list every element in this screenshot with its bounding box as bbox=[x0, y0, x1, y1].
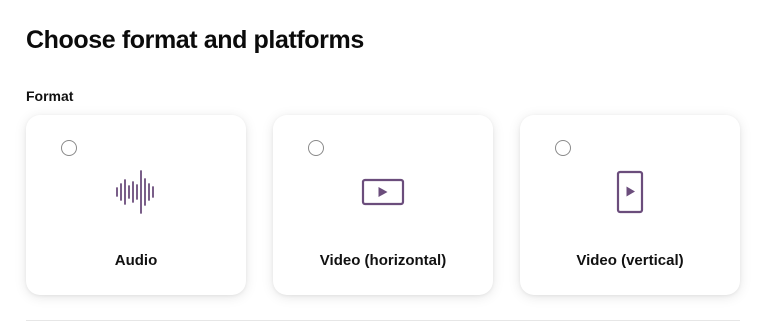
format-option-video-vertical[interactable]: Video (vertical) bbox=[520, 115, 740, 295]
format-audio-radio[interactable] bbox=[61, 140, 77, 156]
format-option-label: Audio bbox=[114, 252, 158, 269]
format-option-video-horizontal[interactable]: Video (horizontal) bbox=[273, 115, 493, 295]
section-divider bbox=[26, 320, 740, 321]
format-option-label: Video (horizontal) bbox=[319, 252, 447, 269]
format-options: Audio Video (horizontal) Video (vertical… bbox=[26, 115, 740, 295]
format-video-vertical-radio[interactable] bbox=[555, 140, 571, 156]
format-option-label: Video (vertical) bbox=[576, 252, 684, 269]
video-horizontal-icon bbox=[358, 169, 408, 215]
video-vertical-icon bbox=[605, 169, 655, 215]
format-option-audio[interactable]: Audio bbox=[26, 115, 246, 295]
audio-waveform-icon bbox=[111, 169, 161, 215]
format-section-label: Format bbox=[26, 88, 74, 104]
page-title: Choose format and platforms bbox=[26, 26, 364, 54]
format-video-horizontal-radio[interactable] bbox=[308, 140, 324, 156]
